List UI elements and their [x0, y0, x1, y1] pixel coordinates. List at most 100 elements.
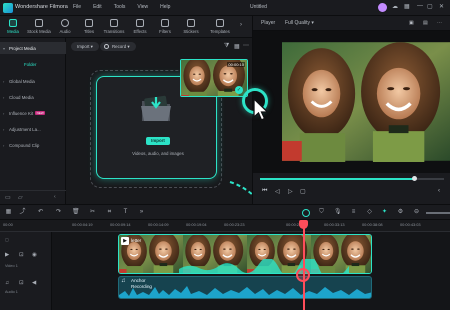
tab-audio[interactable]: Audio — [54, 18, 76, 34]
player-label: Player — [261, 20, 276, 26]
mouse-pointer-icon — [253, 98, 270, 121]
app-name: Wondershare Filmora — [15, 4, 68, 10]
avatar[interactable] — [378, 3, 387, 12]
check-icon: ✓ — [235, 86, 243, 94]
sidebar-item-cloud-media[interactable]: › Cloud Media — [0, 91, 66, 103]
chevron-down-icon: ▾ — [3, 45, 6, 51]
undo-icon[interactable]: ↶ — [37, 209, 44, 216]
ruler-tick-label: 00:00:23:23 — [224, 222, 245, 227]
ai-icon[interactable]: ✦ — [381, 209, 388, 216]
clip-waveform — [179, 259, 349, 273]
sidebar-item-compound-clip[interactable]: › Compound Clip — [0, 139, 66, 151]
marker-icon[interactable]: ◇ — [366, 209, 373, 216]
record-dropdown[interactable]: Record ▾ — [100, 42, 136, 51]
tab-titles[interactable]: Titles — [78, 18, 100, 34]
seek-progress — [260, 178, 415, 180]
more-icon[interactable]: ⋯ — [243, 42, 249, 49]
delete-icon[interactable]: 🗑 — [72, 209, 80, 216]
redo-icon[interactable]: ↷ — [55, 209, 62, 216]
snap-icon[interactable] — [302, 209, 310, 217]
sidebar-item-global-media[interactable]: › Global Media — [0, 75, 66, 87]
folder-import-icon — [141, 95, 171, 121]
chevron-right-icon: › — [3, 126, 5, 132]
crop-icon[interactable]: ⌗ — [106, 209, 113, 216]
play-icon[interactable]: ▷ — [288, 188, 293, 195]
grid-icon[interactable]: ▦ — [5, 209, 12, 216]
audio-track-label: Audio 1 — [5, 290, 18, 294]
menu-edit[interactable]: Edit — [93, 4, 102, 10]
stop-icon[interactable]: ▢ — [300, 188, 306, 195]
folder-icon[interactable]: ▱ — [18, 194, 23, 201]
voiceover-icon[interactable]: ≡ — [350, 209, 357, 216]
video-clip[interactable]: ▶ letter — [118, 234, 372, 274]
titles-icon — [85, 19, 93, 27]
video-track-icon: ▶ — [5, 252, 10, 258]
quality-dropdown[interactable]: Full Quality ▾ — [285, 20, 314, 26]
title-bar: Wondershare Filmora File Edit Tools View… — [0, 0, 450, 16]
media-sidebar: ▾ Project Media Folder › Global Media › Clo… — [0, 38, 66, 204]
filter-icon[interactable]: ⧩ — [224, 43, 229, 50]
tab-templates[interactable]: Templates — [206, 18, 234, 34]
more-icon[interactable]: ⋯ — [437, 20, 442, 26]
maximize-icon[interactable]: ▢ — [427, 3, 433, 10]
preview-frame[interactable] — [282, 41, 450, 162]
menu-file[interactable]: File — [73, 4, 81, 10]
menu-view[interactable]: View — [137, 4, 148, 10]
playhead[interactable] — [303, 220, 305, 310]
import-button[interactable]: Import — [146, 137, 170, 145]
timeline-toolbar: ▦ ⤴ ↶ ↷ 🗑 ✂ ⌗ T » ⛉ 🎙 ≡ ◇ ✦ ⚙ ⊖ — [0, 204, 450, 220]
timeline-ruler: 00:00 00:00:04:19 00:00:09:14 00:00:14:0… — [0, 220, 450, 232]
chevron-right-icon[interactable]: › — [240, 22, 242, 28]
preview-image — [282, 41, 450, 162]
select-icon[interactable]: ⤴ — [19, 209, 26, 216]
media-category-tabs: Media Stock Media Audio Titles Transitio… — [0, 16, 252, 38]
speaker-icon[interactable]: ◀ — [32, 280, 36, 286]
playhead-handle[interactable] — [299, 220, 308, 229]
preview-settings-icon[interactable]: ▤ — [423, 20, 428, 26]
templates-icon — [216, 19, 224, 27]
menu-tools[interactable]: Tools — [114, 4, 126, 10]
zoom-slider[interactable] — [426, 212, 450, 214]
tab-effects[interactable]: Effects — [129, 18, 151, 34]
tab-filters[interactable]: Filters — [154, 18, 176, 34]
sidebar-item-adjustment-layer[interactable]: › Adjustment La... — [0, 123, 66, 135]
filmora-logo-icon — [3, 3, 13, 13]
menu-bar: File Edit Tools View Help — [73, 4, 170, 10]
sidebar-item-project-media[interactable]: ▾ Project Media — [0, 42, 66, 54]
previous-frame-icon[interactable]: ⏮ — [262, 188, 267, 195]
eye-icon[interactable]: ◉ — [32, 252, 37, 258]
grid-view-icon[interactable]: ▦ — [234, 43, 240, 50]
snapshot-icon[interactable]: ▣ — [409, 20, 414, 26]
cloud-icon[interactable]: ☁ — [392, 3, 398, 10]
tab-stickers[interactable]: Stickers — [180, 18, 202, 34]
chevron-left-icon[interactable]: ‹ — [438, 188, 440, 194]
tab-media[interactable]: Media — [2, 18, 24, 34]
lock-icon[interactable]: ⊡ — [19, 252, 24, 258]
lock-icon[interactable]: ⊡ — [19, 280, 24, 286]
import-dropdown[interactable]: Import ▾ — [71, 42, 99, 51]
render-icon[interactable]: ⚙ — [397, 209, 404, 216]
menu-help[interactable]: Help — [160, 4, 170, 10]
close-icon[interactable]: ✕ — [439, 3, 444, 10]
new-folder-icon[interactable]: ▭ — [5, 194, 11, 201]
minimize-icon[interactable]: — — [417, 3, 423, 9]
audio-track-icon: ♫ — [5, 280, 10, 286]
media-icon — [9, 19, 17, 27]
sidebar-item-influence-kit[interactable]: › Influence Kit NEW — [0, 107, 66, 119]
split-marker — [296, 268, 310, 282]
import-hint: Videos, audio, and images — [132, 151, 184, 156]
more-tools-icon[interactable]: » — [138, 209, 145, 216]
layout-icon[interactable]: ▦ — [404, 3, 410, 10]
effects-icon — [136, 19, 144, 27]
tab-stock-media[interactable]: Stock Media — [26, 18, 52, 34]
step-back-icon[interactable]: ◁ — [275, 188, 280, 195]
audio-clip[interactable]: ♫ Anchor Recording — [118, 276, 372, 299]
zoom-out-icon[interactable]: ⊖ — [413, 209, 420, 216]
text-icon[interactable]: T — [122, 209, 129, 216]
sidebar-item-folder[interactable]: Folder — [0, 58, 66, 70]
split-icon[interactable]: ✂ — [89, 209, 96, 216]
microphone-icon[interactable]: 🎙 — [334, 209, 342, 216]
collapse-icon[interactable]: ‹ — [54, 194, 56, 200]
shield-icon[interactable]: ⛉ — [318, 209, 325, 216]
tab-transitions[interactable]: Transitions — [101, 18, 127, 34]
